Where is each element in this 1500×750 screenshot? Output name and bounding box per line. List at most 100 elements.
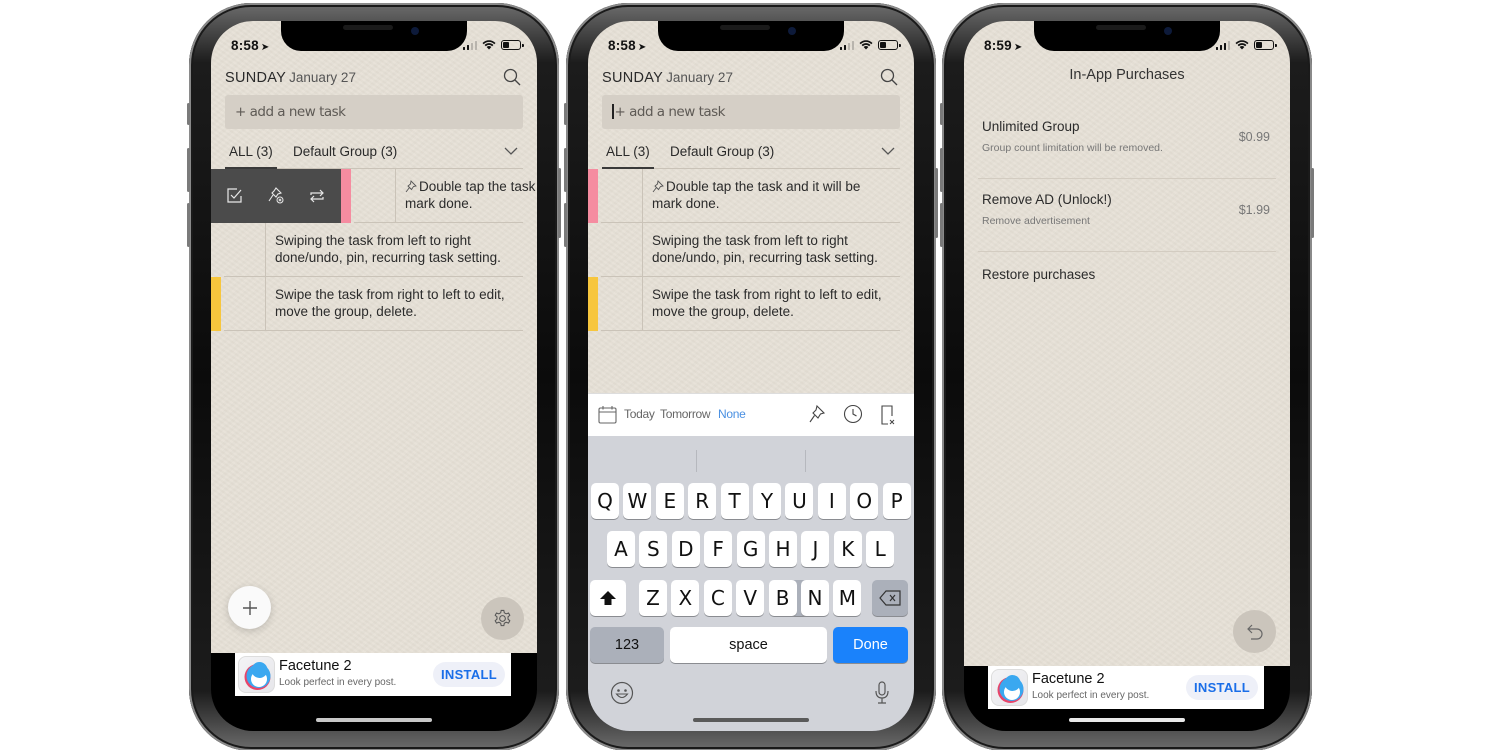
key-e[interactable]: E (655, 483, 684, 519)
task-list: Double tap the task and it will be mark d… (588, 169, 914, 331)
settings-button[interactable] (481, 597, 524, 640)
calendar-icon[interactable] (598, 405, 617, 424)
key-n[interactable]: N (801, 580, 829, 616)
numbers-key[interactable]: 123 (590, 627, 664, 663)
status-time: 8:58 ➤ (231, 38, 270, 53)
volume-down-button (564, 203, 567, 247)
key-v[interactable]: V (736, 580, 765, 616)
location-icon: ➤ (1013, 42, 1023, 53)
install-button[interactable]: INSTALL (1186, 675, 1258, 700)
swipe-actions (211, 169, 341, 223)
screen: 8:58 ➤ SUNDAY January 27 + add a new task … (211, 21, 537, 731)
tab-all[interactable]: ALL (3) (225, 144, 277, 169)
install-button[interactable]: INSTALL (433, 662, 505, 687)
add-task-input[interactable]: + add a new task (602, 95, 900, 129)
key-s[interactable]: S (639, 531, 668, 567)
ad-tagline: Look perfect in every post. (279, 677, 397, 688)
task-text: Double tap the task and it will be (419, 179, 537, 194)
key-g[interactable]: G (736, 531, 765, 567)
purchase-subtitle: Group count limitation will be removed. (982, 142, 1163, 154)
battery-icon (1254, 40, 1277, 50)
purchase-item-remove-ad[interactable]: Remove AD (Unlock!) Remove advertisement… (978, 179, 1276, 252)
key-o[interactable]: O (850, 483, 879, 519)
backspace-icon (879, 590, 901, 606)
back-button[interactable] (1233, 610, 1276, 653)
key-a[interactable]: A (607, 531, 635, 567)
key-q[interactable]: Q (591, 483, 619, 519)
volume-up-button (564, 148, 567, 192)
task-item[interactable]: Double tap the task and it will be mark … (211, 169, 537, 223)
task-item[interactable]: Swiping the task from left to right done/… (211, 223, 537, 277)
power-button (1311, 168, 1314, 238)
recurring-icon[interactable] (308, 187, 326, 205)
clock-icon[interactable] (843, 404, 863, 424)
key-f[interactable]: F (704, 531, 733, 567)
due-tomorrow-option[interactable]: Tomorrow (660, 407, 711, 421)
volume-down-button (187, 203, 190, 247)
home-indicator[interactable] (316, 718, 432, 722)
search-icon[interactable] (503, 68, 521, 86)
task-item[interactable]: Double tap the task and it will be mark d… (588, 169, 914, 223)
tab-default-group[interactable]: Default Group (3) (289, 144, 401, 169)
due-none-option[interactable]: None (718, 407, 746, 421)
facetune-logo (238, 656, 275, 693)
key-j[interactable]: J (801, 531, 830, 567)
due-today-option[interactable]: Today (624, 407, 655, 421)
status-time: 8:58 ➤ (608, 38, 647, 53)
task-item[interactable]: Swipe the task from right to left to edi… (588, 277, 914, 331)
screen: 8:59 ➤ In-App Purchases Unlimited Group G… (964, 21, 1290, 731)
home-indicator[interactable] (693, 718, 809, 722)
task-item[interactable]: Swiping the task from left to right done/… (588, 223, 914, 277)
task-item[interactable]: Swipe the task from right to left to edi… (211, 277, 537, 331)
key-d[interactable]: D (671, 531, 700, 567)
chevron-down-icon[interactable] (880, 143, 896, 159)
space-key[interactable]: space (670, 627, 827, 663)
add-task-input[interactable]: + add a new task (225, 95, 523, 129)
phone-1: 8:58 ➤ SUNDAY January 27 + add a new task … (187, 3, 561, 750)
chevron-down-icon[interactable] (503, 143, 519, 159)
task-text: Swipe the task from right to left to edi… (275, 287, 505, 302)
task-text-line2: move the group, delete. (275, 303, 417, 319)
restore-purchases-button[interactable]: Restore purchases (982, 267, 1095, 282)
wifi-icon (1235, 40, 1249, 50)
unpin-icon[interactable] (267, 187, 285, 205)
status-bar: 8:58 ➤ (588, 38, 914, 54)
key-b[interactable]: B (768, 580, 797, 616)
search-icon[interactable] (880, 68, 898, 86)
key-c[interactable]: C (703, 580, 732, 616)
key-l[interactable]: L (866, 531, 895, 567)
shift-key[interactable] (590, 580, 626, 616)
key-r[interactable]: R (688, 483, 717, 519)
add-button[interactable] (228, 586, 271, 629)
mute-switch (564, 103, 567, 125)
key-k[interactable]: K (833, 531, 862, 567)
phone-3: 8:59 ➤ In-App Purchases Unlimited Group G… (940, 3, 1314, 750)
home-indicator[interactable] (1069, 718, 1185, 722)
checkbox-done-icon[interactable] (226, 187, 244, 205)
date-label: January 27 (666, 70, 733, 85)
backspace-key[interactable] (872, 580, 908, 616)
key-z[interactable]: Z (639, 580, 667, 616)
tab-all[interactable]: ALL (3) (602, 144, 654, 169)
key-w[interactable]: W (623, 483, 652, 519)
dismiss-keyboard-icon[interactable] (880, 404, 896, 426)
key-h[interactable]: H (769, 531, 797, 567)
key-i[interactable]: I (817, 483, 846, 519)
microphone-icon[interactable] (874, 680, 890, 706)
pin-icon[interactable] (808, 404, 826, 424)
done-key[interactable]: Done (833, 627, 908, 663)
key-x[interactable]: X (671, 580, 700, 616)
emoji-icon[interactable] (610, 681, 634, 705)
key-u[interactable]: U (785, 483, 814, 519)
key-y[interactable]: Y (753, 483, 781, 519)
text-cursor (612, 104, 614, 119)
key-p[interactable]: P (882, 483, 911, 519)
ad-banner[interactable]: Facetune 2 Look perfect in every post. I… (988, 666, 1264, 709)
key-m[interactable]: M (833, 580, 862, 616)
wifi-icon (482, 40, 496, 50)
purchase-item-unlimited-group[interactable]: Unlimited Group Group count limitation w… (978, 106, 1276, 179)
task-color-bar (341, 169, 351, 223)
key-t[interactable]: T (720, 483, 749, 519)
tab-default-group[interactable]: Default Group (3) (666, 144, 778, 169)
ad-banner[interactable]: Facetune 2 Look perfect in every post. I… (235, 653, 511, 696)
